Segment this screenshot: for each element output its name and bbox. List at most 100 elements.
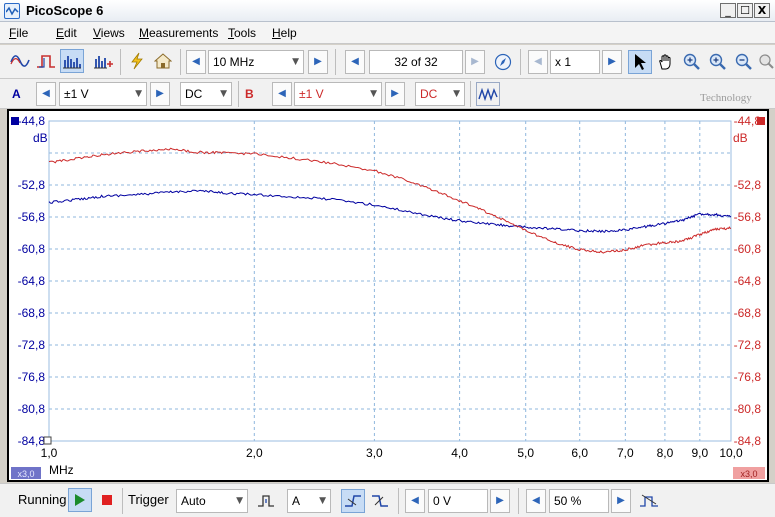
y-tick-label-right: -52,8 [734, 178, 762, 192]
persistence-mode-icon[interactable] [34, 49, 58, 73]
hand-pan-icon[interactable] [654, 50, 678, 74]
menu-views[interactable]: Views [93, 26, 125, 40]
zoom-region-icon[interactable] [706, 50, 730, 74]
spectrum-mode-icon[interactable] [60, 49, 84, 73]
spectrum-chart[interactable]: -44,8 -44,8-52,8 -52,8-56,8 -56,8-60,8 -60,8… [9, 111, 767, 480]
channel-b-coupling-select[interactable]: DC ▼ [415, 82, 465, 106]
spectrum-view[interactable]: -44,8 -44,8 -52,8 -52,8 -56,8 -56,8 -60,8 -60,8… [7, 109, 769, 482]
x-tick-label: 3,0 [366, 446, 383, 460]
picoscope-app-icon[interactable] [4, 3, 20, 19]
x-tick-label: 8,0 [657, 446, 674, 460]
left-scale-badge-text: x3,0 [17, 469, 34, 479]
auto-setup-icon[interactable] [125, 49, 149, 73]
close-button[interactable]: X [754, 3, 770, 18]
stop-capture-button[interactable] [95, 488, 119, 512]
axis-origin-marker[interactable] [43, 436, 52, 445]
channel-a-range-next-button[interactable]: ▶ [150, 82, 170, 106]
trigger-level-next-button[interactable]: ▶ [490, 489, 510, 513]
channel-a-range-prev-button[interactable]: ◀ [36, 82, 56, 106]
y-tick-label-left: -44,8 [18, 114, 46, 128]
channel-toolbar: A ◀ ±1 V ▼ ▶ DC ▼ B ◀ ±1 V ▼ ▶ DC ▼ [0, 79, 775, 109]
pre-trigger-next-button[interactable]: ▶ [611, 489, 631, 513]
channel-a-label[interactable]: A [12, 87, 21, 101]
channel-b-trace [48, 147, 732, 254]
channel-a-axis-marker[interactable] [11, 117, 19, 125]
trigger-channel-select[interactable]: A ▼ [287, 489, 331, 513]
maximize-button[interactable]: ☐ [737, 3, 753, 18]
y-tick-label-right: -60,8 [734, 242, 762, 256]
pre-trigger-field[interactable]: 50 % [549, 489, 609, 513]
post-trigger-delay-icon[interactable] [637, 489, 661, 513]
zoom-next-button[interactable]: ▶ [602, 50, 622, 74]
select-pointer-icon[interactable] [628, 50, 652, 74]
title-bar: PicoScope 6 _ ☐ X [0, 0, 775, 22]
minimize-button[interactable]: _ [720, 3, 736, 18]
trigger-label: Trigger [128, 492, 169, 507]
frequency-range-select[interactable]: 10 MHz ▼ [208, 50, 304, 74]
y-tick-label-right: -76,8 [734, 370, 762, 384]
start-capture-button[interactable] [68, 488, 92, 512]
trigger-mode-select[interactable]: Auto ▼ [176, 489, 248, 513]
zoom-in-icon[interactable] [680, 50, 704, 74]
zoom-to-fit-icon[interactable] [757, 50, 775, 74]
advanced-trigger-icon[interactable] [254, 489, 278, 513]
frequency-range-prev-button[interactable]: ◀ [186, 50, 206, 74]
y-tick-label-right: -64,8 [734, 274, 762, 288]
y-tick-label-left: -56,8 [18, 210, 46, 224]
menu-tools[interactable]: Tools [228, 26, 256, 40]
x-tick-label: 9,0 [691, 446, 708, 460]
menu-measurements[interactable]: Measurements [139, 26, 218, 40]
y-tick-label-left: -52,8 [18, 178, 46, 192]
buffer-next-button[interactable]: ▶ [465, 50, 485, 74]
falling-edge-trigger-icon[interactable] [368, 489, 392, 513]
y-tick-label-left: -80,8 [18, 402, 46, 416]
rising-edge-trigger-icon[interactable] [341, 489, 365, 513]
y-tick-label-right: -68,8 [734, 306, 762, 320]
menu-help[interactable]: Help [272, 26, 297, 40]
x-tick-label: 6,0 [571, 446, 588, 460]
buffer-position-field[interactable]: 32 of 32 [369, 50, 463, 74]
zoom-factor-field[interactable]: x 1 [550, 50, 600, 74]
zoom-prev-button[interactable]: ◀ [528, 50, 548, 74]
y-tick-label-left: -68,8 [18, 306, 46, 320]
menu-file[interactable]: File [9, 26, 28, 40]
main-toolbar: ◀ 10 MHz ▼ ▶ ◀ 32 of 32 ▶ ◀ x 1 ▶ [0, 45, 775, 79]
channel-b-label[interactable]: B [245, 87, 254, 101]
x-axis-unit: MHz [49, 463, 74, 477]
scope-mode-icon[interactable] [8, 49, 32, 73]
channel-b-range-next-button[interactable]: ▶ [385, 82, 405, 106]
trigger-level-prev-button[interactable]: ◀ [405, 489, 425, 513]
channel-options-waveform-icon[interactable] [476, 82, 500, 106]
menu-edit[interactable]: Edit [56, 26, 77, 40]
channel-b-range-prev-button[interactable]: ◀ [272, 82, 292, 106]
x-tick-label: 7,0 [617, 446, 634, 460]
x-tick-label: 10,0 [719, 446, 743, 460]
y-tick-label-left: -76,8 [18, 370, 46, 384]
add-spectrum-view-icon[interactable] [92, 49, 116, 73]
y-tick-label-right: -80,8 [734, 402, 762, 416]
x-tick-label: 1,0 [41, 446, 58, 460]
run-state-label: Running [18, 492, 67, 507]
channel-a-range-select[interactable]: ±1 V ▼ [59, 82, 147, 106]
buffer-prev-button[interactable]: ◀ [345, 50, 365, 74]
right-axis-unit: dB [733, 131, 748, 145]
trigger-level-field[interactable]: 0 V [428, 489, 488, 513]
x-tick-label: 4,0 [451, 446, 468, 460]
y-tick-label-right: -72,8 [734, 338, 762, 352]
zoom-out-icon[interactable] [732, 50, 756, 74]
status-bar: Running Trigger Auto ▼ A ▼ ◀ 0 V ▶ ◀ 50 % … [0, 483, 775, 517]
pico-technology-logo-text: Technology [700, 92, 752, 104]
window-title: PicoScope 6 [26, 3, 104, 18]
channel-b-axis-marker[interactable] [757, 117, 765, 125]
frequency-range-next-button[interactable]: ▶ [308, 50, 328, 74]
y-tick-label-left: -64,8 [18, 274, 46, 288]
pre-trigger-prev-button[interactable]: ◀ [526, 489, 546, 513]
left-axis-unit: dB [33, 131, 48, 145]
default-setup-home-icon[interactable] [151, 49, 175, 73]
channel-a-trace [48, 189, 732, 234]
x-tick-label: 5,0 [517, 446, 534, 460]
buffer-navigator-compass-icon[interactable] [491, 50, 515, 74]
channel-b-range-select[interactable]: ±1 V ▼ [294, 82, 382, 106]
channel-a-coupling-select[interactable]: DC ▼ [180, 82, 232, 106]
menu-bar: File Edit Views Measurements Tools Help [0, 22, 775, 44]
